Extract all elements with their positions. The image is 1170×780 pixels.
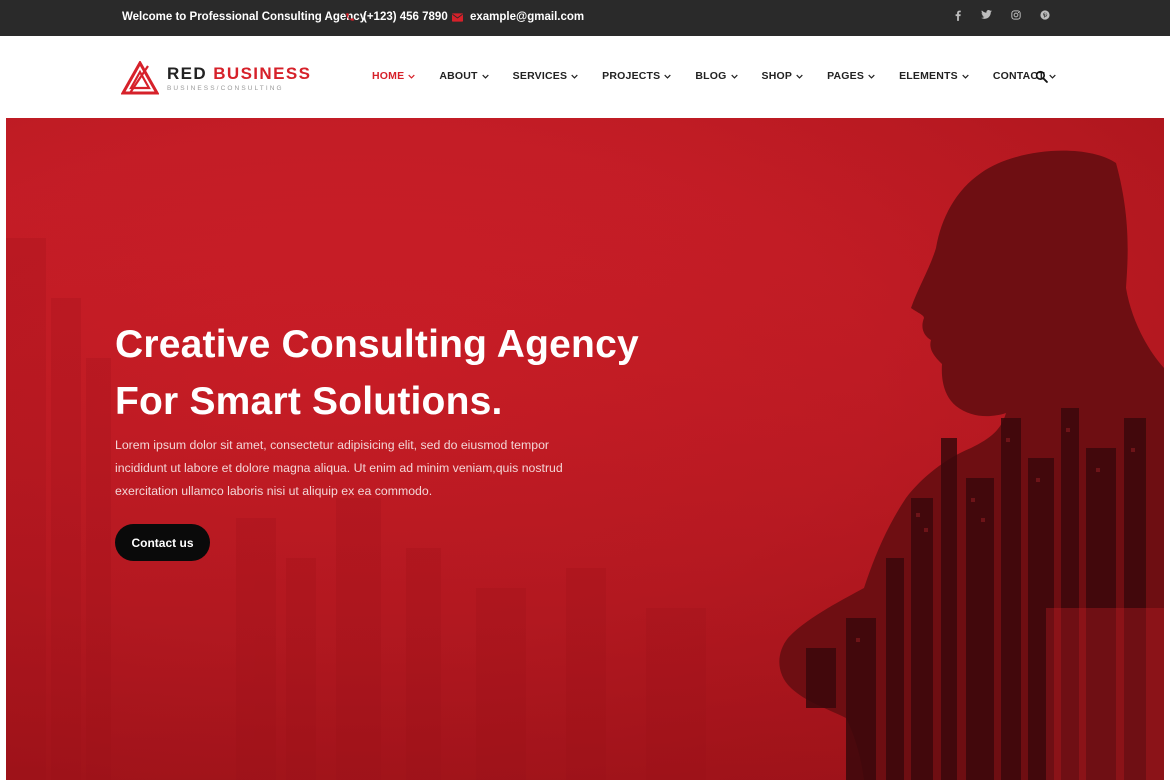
chevron-down-icon: [730, 74, 738, 79]
social-links: [952, 10, 1050, 21]
email-address: example@gmail.com: [470, 11, 585, 23]
chevron-down-icon: [868, 74, 875, 79]
top-bar: Welcome to Professional Consulting Agenc…: [0, 0, 1170, 36]
email-contact[interactable]: example@gmail.com: [452, 11, 584, 23]
logo-text: RED BUSINESS BUSINESS/CONSULTING: [167, 63, 312, 92]
hero-title-line-2: For Smart Solutions.: [115, 380, 503, 423]
chevron-down-icon: [408, 74, 416, 79]
chevron-down-icon: [796, 74, 803, 79]
search-icon[interactable]: [1035, 70, 1048, 83]
nav-item-projects[interactable]: PROJECTS: [602, 70, 672, 82]
hero-title-line-1: Creative Consulting Agency: [115, 323, 639, 366]
chevron-down-icon: [571, 74, 578, 79]
twitter-icon[interactable]: [981, 10, 992, 21]
chevron-down-icon: [962, 74, 969, 79]
welcome-text: Welcome to Professional Consulting Agenc…: [122, 11, 367, 23]
chevron-down-icon: [1049, 74, 1056, 79]
hero-description: Lorem ipsum dolor sit amet, consectetur …: [115, 438, 563, 498]
nav-item-elements[interactable]: ELEMENTS: [899, 70, 969, 82]
phone-icon: [345, 12, 355, 22]
pinterest-icon[interactable]: [1039, 10, 1050, 21]
nav-item-blog[interactable]: BLOG: [695, 70, 738, 82]
site-header: RED BUSINESS BUSINESS/CONSULTING HOME AB…: [0, 36, 1170, 118]
instagram-icon[interactable]: [1010, 10, 1021, 21]
phone-contact[interactable]: (+123) 456 7890: [345, 11, 448, 23]
brand-name: RED BUSINESS: [167, 63, 312, 83]
site-logo[interactable]: RED BUSINESS BUSINESS/CONSULTING: [121, 61, 311, 95]
nav-item-services[interactable]: SERVICES: [513, 70, 579, 82]
nav-item-pages[interactable]: PAGES: [827, 70, 875, 82]
hero-section: Creative Consulting Agency For Smart Sol…: [6, 118, 1164, 780]
phone-number: (+123) 456 7890: [363, 11, 448, 23]
envelope-icon: [452, 12, 463, 22]
chevron-down-icon: [481, 74, 489, 79]
main-nav: HOME ABOUT SERVICES PROJECTS BLOG SHOP P…: [372, 70, 1080, 82]
facebook-icon[interactable]: [952, 10, 963, 21]
brand-tagline: BUSINESS/CONSULTING: [167, 84, 284, 92]
contact-us-button[interactable]: Contact us: [115, 524, 210, 561]
triangle-logo-icon: [121, 61, 159, 95]
chevron-down-icon: [664, 74, 672, 79]
nav-item-home[interactable]: HOME: [372, 70, 416, 82]
nav-item-about[interactable]: ABOUT: [439, 70, 489, 82]
hero-title: Creative Consulting Agency For Smart Sol…: [115, 316, 639, 430]
nav-item-shop[interactable]: SHOP: [762, 70, 804, 82]
